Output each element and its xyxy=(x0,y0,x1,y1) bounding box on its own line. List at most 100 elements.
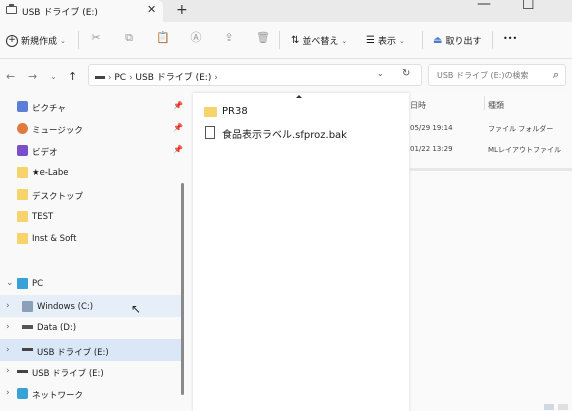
minimize-icon[interactable]: — xyxy=(477,0,491,12)
breadcrumb-pc[interactable]: PC xyxy=(114,73,126,83)
pin-icon[interactable]: 📌 xyxy=(173,101,183,110)
cut-icon[interactable]: ✂ xyxy=(90,32,102,44)
row-date: 05/29 19:14 xyxy=(410,124,453,132)
refresh-icon[interactable]: ↻ xyxy=(402,68,410,79)
chevron-right-icon[interactable]: › xyxy=(6,322,10,332)
row-date: 01/22 13:29 xyxy=(410,145,453,153)
more-button[interactable]: ••• xyxy=(503,34,517,43)
close-tab-icon[interactable]: ✕ xyxy=(147,3,156,16)
nav-item-desktop[interactable]: デスクトップ xyxy=(0,185,183,205)
nav-label: PC xyxy=(32,279,44,289)
nav-label: TEST xyxy=(32,212,54,222)
nav-item-usb-root[interactable]: › USB ドライブ (E:) xyxy=(0,362,183,382)
nav-item-test[interactable]: TEST xyxy=(0,207,183,227)
nav-item-usb-e[interactable]: › USB ドライブ (E:) xyxy=(0,339,183,361)
chevron-right-icon[interactable]: › xyxy=(6,366,10,376)
row-type: MLレイアウトファイル xyxy=(488,146,561,154)
chevron-down-icon[interactable]: ⌄ xyxy=(377,69,384,78)
mouse-cursor-icon: ↖ xyxy=(131,302,142,316)
sort-button[interactable]: ⇅ 並べ替え ⌄ xyxy=(291,34,347,47)
file-icon xyxy=(205,126,215,139)
eject-label: 取り出す xyxy=(445,37,482,47)
column-header-date[interactable]: 日時 xyxy=(410,100,426,111)
chevron-right-icon[interactable]: › xyxy=(6,345,10,355)
maximize-icon[interactable]: ☐ xyxy=(522,0,535,13)
windows-drive-icon xyxy=(22,301,33,312)
column-divider xyxy=(484,96,485,110)
view-label: 表示 xyxy=(377,37,396,47)
chevron-down-icon: ⌄ xyxy=(341,36,348,45)
nav-scrollbar[interactable] xyxy=(181,183,184,395)
divider xyxy=(279,31,280,49)
divider xyxy=(78,31,79,49)
search-input[interactable]: USB ドライブ (E:)の検索 ⌕ xyxy=(428,64,566,86)
nav-label: ネットワーク xyxy=(32,391,84,401)
divider xyxy=(422,31,423,49)
pin-icon[interactable]: 📌 xyxy=(173,123,183,132)
details-view-icon[interactable] xyxy=(544,404,554,410)
tab-usb-drive[interactable]: USB ドライブ (E:) ✕ xyxy=(0,0,163,22)
nav-label: Inst & Soft xyxy=(32,234,77,244)
nav-item-elabe[interactable]: ★e-Labe xyxy=(0,163,183,183)
nav-item-data-d[interactable]: › Data (D:) xyxy=(0,318,183,338)
scroll-up-icon[interactable] xyxy=(296,95,302,98)
autocomplete-popup: PR38 食品表示ラベル.sfproz.bak xyxy=(193,93,409,411)
drive-icon xyxy=(22,325,33,329)
usb-drive-icon xyxy=(22,348,33,351)
nav-label: ビデオ xyxy=(32,148,58,158)
new-button[interactable]: + 新規作成 ⌄ xyxy=(6,34,66,47)
nav-label: USB ドライブ (E:) xyxy=(37,348,109,358)
chevron-down-icon: ⌄ xyxy=(60,36,66,45)
popup-item-pr38[interactable]: PR38 xyxy=(201,103,401,123)
rename-icon[interactable]: Ⓐ xyxy=(190,32,202,44)
chevron-right-icon[interactable]: › xyxy=(6,301,10,311)
share-icon[interactable]: ⇪ xyxy=(223,32,235,44)
nav-item-videos[interactable]: ビデオ 📌 xyxy=(0,141,183,161)
plus-circle-icon: + xyxy=(6,34,18,47)
back-icon[interactable]: ← xyxy=(6,70,15,83)
popup-item-label: PR38 xyxy=(222,106,248,117)
folder-icon xyxy=(17,211,28,222)
chevron-down-icon[interactable]: ⌄ xyxy=(6,278,14,288)
search-icon: ⌕ xyxy=(552,68,559,81)
nav-item-inst-soft[interactable]: Inst & Soft xyxy=(0,229,183,249)
view-icon: ☰ xyxy=(366,35,375,46)
nav-label: デスクトップ xyxy=(32,192,84,202)
chevron-right-icon[interactable]: › xyxy=(6,388,10,398)
video-icon xyxy=(17,145,28,156)
nav-label: ミュージック xyxy=(32,126,83,136)
row-divider xyxy=(410,168,572,171)
nav-item-music[interactable]: ミュージック 📌 xyxy=(0,119,183,139)
eject-button[interactable]: ⏏ 取り出す xyxy=(433,34,481,47)
chevron-down-icon[interactable]: ⌄ xyxy=(50,72,57,81)
folder-icon xyxy=(17,167,28,178)
breadcrumb-usb[interactable]: USB ドライブ (E:) xyxy=(135,73,211,83)
up-icon[interactable]: ↑ xyxy=(68,70,77,83)
nav-item-network[interactable]: › ネットワーク xyxy=(0,384,183,404)
network-icon xyxy=(17,388,28,399)
address-bar[interactable]: › PC › USB ドライブ (E:) › ⌄ ↻ xyxy=(88,64,422,86)
popup-item-bak-file[interactable]: 食品表示ラベル.sfproz.bak xyxy=(201,123,401,143)
paste-icon[interactable]: 📋 xyxy=(156,32,170,44)
forward-icon[interactable]: → xyxy=(28,70,37,83)
breadcrumb: › PC › USB ドライブ (E:) › xyxy=(95,70,218,83)
column-header-type[interactable]: 種類 xyxy=(488,100,504,111)
usb-drive-icon xyxy=(17,370,28,373)
folder-icon xyxy=(17,189,28,200)
view-toggle[interactable] xyxy=(540,404,570,411)
copy-icon[interactable]: ⧉ xyxy=(123,32,135,44)
sort-icon: ⇅ xyxy=(291,35,300,46)
nav-item-pc[interactable]: ⌄ PC xyxy=(0,274,183,294)
nav-item-windows-c[interactable]: › Windows (C:) xyxy=(0,295,183,317)
tiles-view-icon[interactable] xyxy=(558,404,568,410)
nav-item-pictures[interactable]: ピクチャ 📌 xyxy=(0,97,183,117)
new-tab-button[interactable]: + xyxy=(176,2,188,18)
nav-label: USB ドライブ (E:) xyxy=(32,369,104,379)
pictures-icon xyxy=(17,101,28,112)
drive-icon xyxy=(95,76,105,79)
view-button[interactable]: ☰ 表示 ⌄ xyxy=(366,34,405,47)
nav-label: ピクチャ xyxy=(32,104,66,114)
eject-icon: ⏏ xyxy=(433,35,443,46)
pin-icon[interactable]: 📌 xyxy=(173,145,183,154)
delete-icon[interactable]: 🗑 xyxy=(256,32,270,44)
